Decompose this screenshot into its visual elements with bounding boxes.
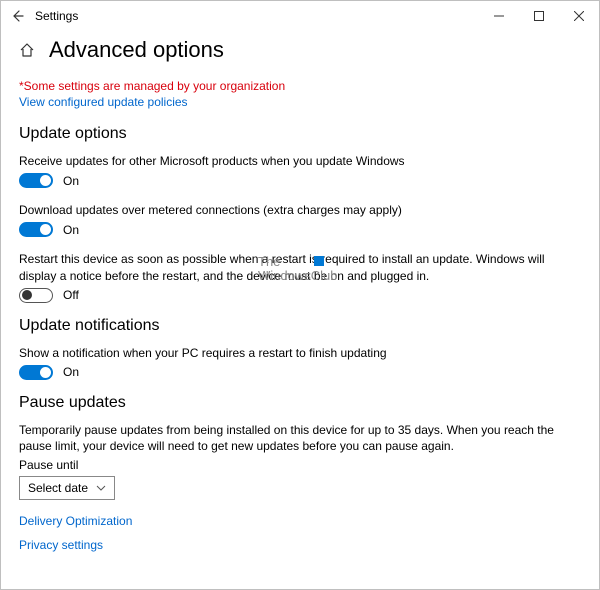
toggle-state: On (63, 365, 79, 379)
option-label-restart-asap: Restart this device as soon as possible … (19, 251, 581, 283)
content-area: Advanced options *Some settings are mana… (1, 31, 599, 589)
pause-until-label: Pause until (19, 458, 581, 472)
chevron-down-icon (96, 485, 106, 491)
titlebar: Settings (1, 1, 599, 31)
option-label-other-products: Receive updates for other Microsoft prod… (19, 153, 581, 169)
org-managed-notice: *Some settings are managed by your organ… (19, 79, 581, 93)
back-button[interactable] (1, 1, 33, 31)
delivery-optimization-link[interactable]: Delivery Optimization (19, 514, 581, 528)
maximize-icon (534, 11, 544, 21)
option-label-metered: Download updates over metered connection… (19, 202, 581, 218)
toggle-row-metered: On (19, 222, 581, 237)
pause-description: Temporarily pause updates from being ins… (19, 422, 581, 454)
app-title: Settings (35, 9, 479, 23)
toggle-row-notify-restart: On (19, 365, 581, 380)
select-value: Select date (28, 481, 88, 495)
section-heading-notifications: Update notifications (19, 317, 581, 335)
toggle-row-other-products: On (19, 173, 581, 188)
close-icon (574, 11, 584, 21)
toggle-notify-restart[interactable] (19, 365, 53, 380)
minimize-button[interactable] (479, 1, 519, 31)
page-title: Advanced options (49, 37, 224, 63)
home-icon (19, 42, 35, 58)
minimize-icon (494, 11, 504, 21)
toggle-state: On (63, 174, 79, 188)
toggle-state: Off (63, 288, 79, 302)
home-button[interactable] (19, 42, 39, 58)
toggle-state: On (63, 223, 79, 237)
back-arrow-icon (10, 9, 24, 23)
section-heading-pause: Pause updates (19, 394, 581, 412)
option-label-notify-restart: Show a notification when your PC require… (19, 345, 581, 361)
maximize-button[interactable] (519, 1, 559, 31)
toggle-other-products[interactable] (19, 173, 53, 188)
toggle-row-restart-asap: Off (19, 288, 581, 303)
section-heading-update-options: Update options (19, 125, 581, 143)
window-controls (479, 1, 599, 31)
page-header: Advanced options (19, 37, 581, 63)
toggle-metered[interactable] (19, 222, 53, 237)
view-policies-link[interactable]: View configured update policies (19, 95, 581, 109)
settings-window: Settings Advanced options *Some settings… (0, 0, 600, 590)
toggle-restart-asap[interactable] (19, 288, 53, 303)
close-button[interactable] (559, 1, 599, 31)
privacy-settings-link[interactable]: Privacy settings (19, 538, 581, 552)
pause-date-select[interactable]: Select date (19, 476, 115, 500)
